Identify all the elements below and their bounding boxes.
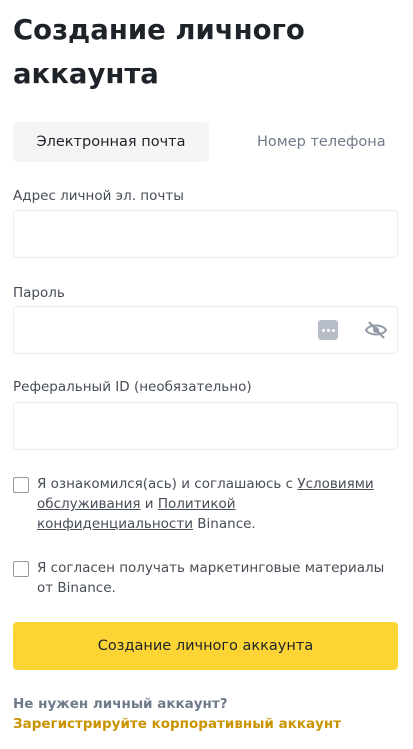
email-input[interactable] bbox=[14, 211, 318, 255]
email-field-container bbox=[13, 210, 398, 258]
tab-email[interactable]: Электронная почта bbox=[13, 122, 209, 162]
footer-question: Не нужен личный аккаунт? bbox=[13, 696, 228, 712]
marketing-text: Я согласен получать маркетинговые матери… bbox=[37, 560, 385, 596]
footer-text: Не нужен личный аккаунт? Зарегистрируйте… bbox=[13, 694, 353, 734]
corporate-account-link[interactable]: Зарегистрируйте корпоративный аккаунт bbox=[13, 716, 341, 732]
page-title: Создание личного аккаунта bbox=[13, 14, 305, 90]
marketing-checkbox[interactable] bbox=[13, 561, 29, 577]
referral-label: Реферальный ID (необязательно) bbox=[13, 379, 252, 395]
terms-checkbox[interactable] bbox=[13, 477, 29, 493]
referral-field-container bbox=[13, 402, 398, 450]
email-label: Адрес личной эл. почты bbox=[13, 188, 184, 204]
terms-text: Я ознакомился(ась) и соглашаюсь с Услови… bbox=[37, 474, 387, 534]
password-field-container bbox=[13, 306, 398, 354]
create-account-button[interactable]: Создание личного аккаунта bbox=[13, 622, 398, 670]
eye-hidden-icon[interactable] bbox=[364, 319, 388, 341]
referral-input[interactable] bbox=[14, 403, 318, 447]
password-input[interactable] bbox=[14, 307, 318, 351]
terms-prefix: Я ознакомился(ась) и соглашаюсь с bbox=[37, 476, 298, 492]
tab-phone[interactable]: Номер телефона bbox=[257, 122, 386, 162]
registration-tabs: Электронная почта Номер телефона bbox=[13, 122, 398, 162]
terms-middle: и bbox=[140, 496, 158, 512]
signup-page: Создание личного аккаунта Электронная по… bbox=[13, 0, 398, 732]
terms-suffix: Binance. bbox=[193, 516, 256, 532]
password-manager-icon[interactable] bbox=[318, 320, 338, 340]
password-label: Пароль bbox=[13, 285, 65, 301]
